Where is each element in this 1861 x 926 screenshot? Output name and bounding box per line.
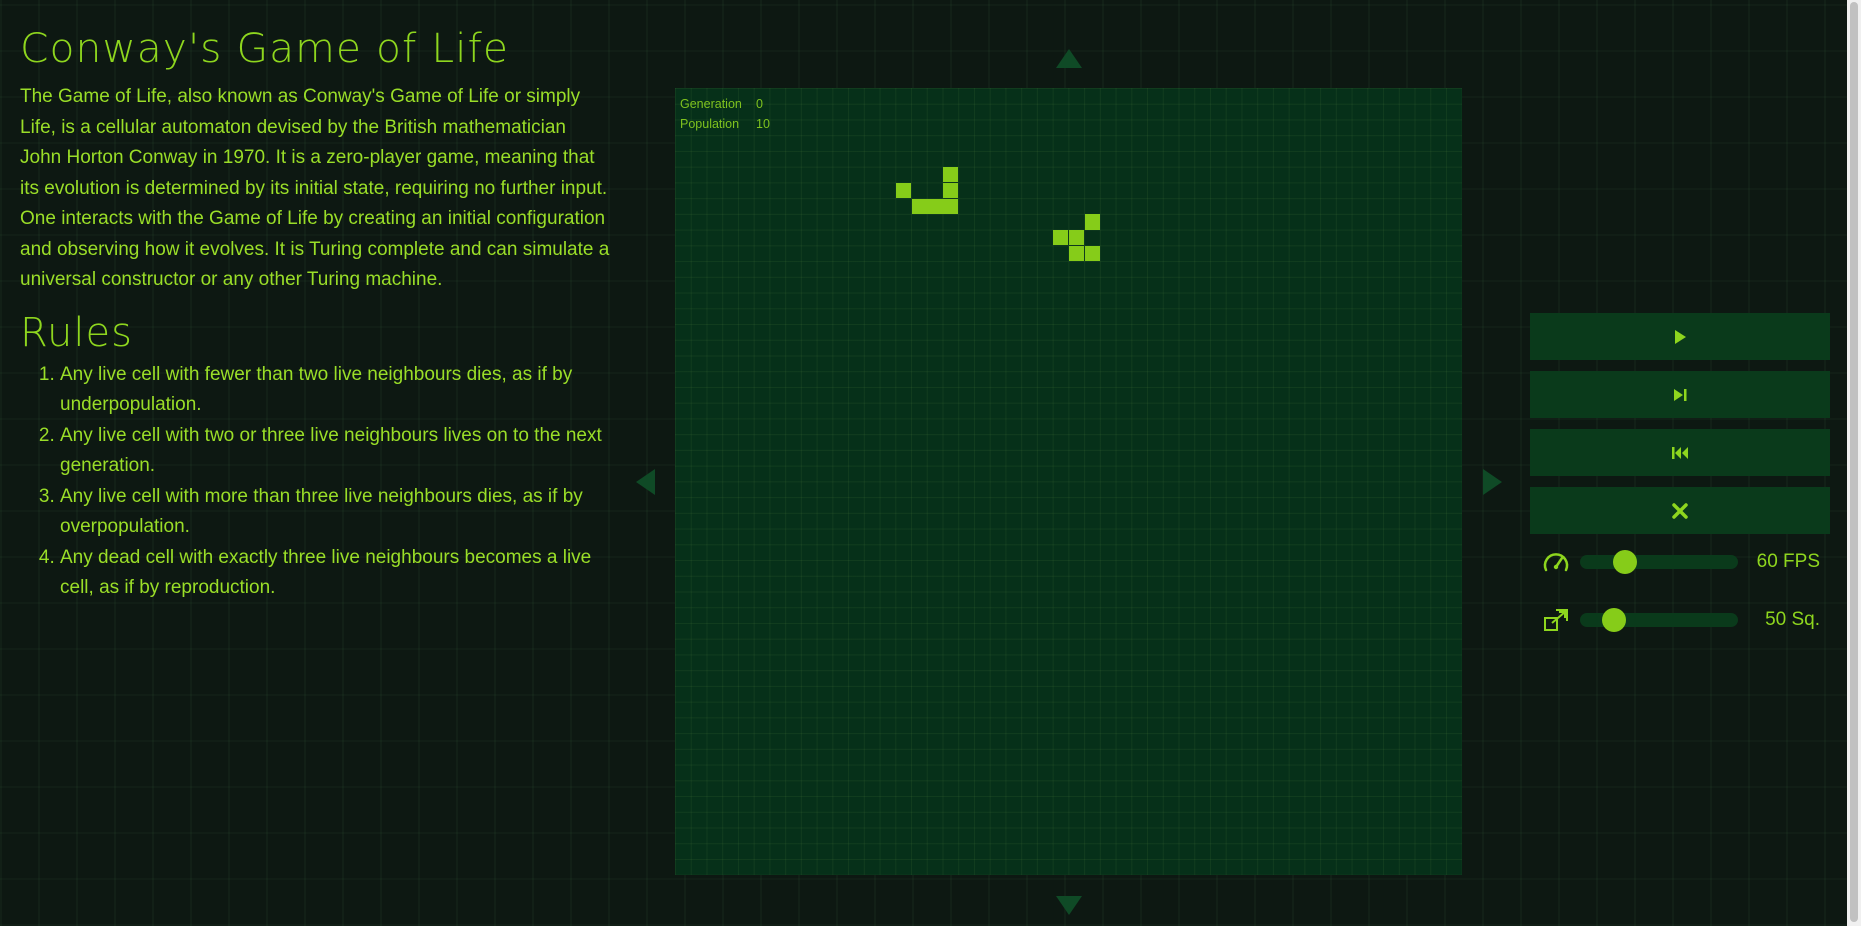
rule-item: Any dead cell with exactly three live ne… bbox=[60, 543, 620, 604]
pan-up-arrow-icon[interactable] bbox=[1056, 49, 1082, 68]
info-panel: Conway's Game of Life The Game of Life, … bbox=[20, 26, 620, 604]
live-cell[interactable] bbox=[895, 182, 912, 199]
speed-slider-row: 60 FPS bbox=[1530, 548, 1830, 576]
population-value: 10 bbox=[756, 117, 770, 131]
step-forward-icon bbox=[1674, 388, 1687, 401]
live-cell[interactable] bbox=[943, 198, 959, 214]
live-cell[interactable] bbox=[1084, 214, 1100, 230]
live-cell[interactable] bbox=[943, 167, 959, 183]
size-slider-thumb[interactable] bbox=[1602, 608, 1627, 632]
scrollbar-thumb[interactable] bbox=[1850, 2, 1858, 922]
live-cell[interactable] bbox=[911, 198, 927, 214]
live-cell[interactable] bbox=[943, 182, 959, 199]
skip-back-icon bbox=[1672, 446, 1688, 459]
live-cell[interactable] bbox=[1084, 245, 1100, 262]
speed-slider[interactable] bbox=[1580, 550, 1738, 574]
pan-down-arrow-icon[interactable] bbox=[1056, 896, 1082, 915]
generation-value: 0 bbox=[756, 97, 763, 111]
live-cell[interactable] bbox=[1069, 245, 1085, 262]
population-label: Population bbox=[680, 117, 740, 131]
play-button[interactable] bbox=[1530, 313, 1830, 360]
generation-label: Generation bbox=[680, 97, 742, 111]
page-scrollbar[interactable] bbox=[1847, 0, 1861, 926]
size-value: 50 Sq. bbox=[1765, 609, 1820, 630]
speed-slider-thumb[interactable] bbox=[1613, 550, 1638, 574]
live-cell[interactable] bbox=[1069, 230, 1085, 246]
rules-heading: Rules bbox=[20, 309, 133, 356]
stats-panel: Generation 0 Population 10 bbox=[680, 94, 770, 134]
speed-value: 60 FPS bbox=[1756, 551, 1820, 572]
rule-item: Any live cell with fewer than two live n… bbox=[60, 360, 620, 421]
play-icon bbox=[1675, 329, 1686, 344]
reset-button[interactable] bbox=[1530, 429, 1830, 476]
close-icon bbox=[1672, 502, 1688, 519]
size-slider-row: 50 Sq. bbox=[1530, 606, 1830, 634]
live-cell[interactable] bbox=[1053, 230, 1069, 246]
population-row: Population 10 bbox=[680, 114, 770, 134]
game-board[interactable]: Generation 0 Population 10 bbox=[675, 88, 1462, 875]
live-cell[interactable] bbox=[927, 198, 943, 214]
step-button[interactable] bbox=[1530, 371, 1830, 418]
pan-left-arrow-icon[interactable] bbox=[636, 469, 655, 495]
rule-item: Any live cell with two or three live nei… bbox=[60, 421, 620, 482]
speedometer-icon bbox=[1540, 548, 1572, 576]
controls-panel: 60 FPS 50 Sq. bbox=[1530, 313, 1830, 634]
clear-button[interactable] bbox=[1530, 487, 1830, 534]
resize-icon bbox=[1540, 606, 1572, 634]
intro-paragraph: The Game of Life, also known as Conway's… bbox=[20, 86, 610, 290]
rules-list: Any live cell with fewer than two live n… bbox=[20, 360, 620, 604]
generation-row: Generation 0 bbox=[680, 94, 770, 114]
size-slider[interactable] bbox=[1580, 608, 1738, 632]
pan-right-arrow-icon[interactable] bbox=[1483, 469, 1502, 495]
rule-item: Any live cell with more than three live … bbox=[60, 482, 620, 543]
page-title: Conway's Game of Life bbox=[20, 26, 509, 72]
